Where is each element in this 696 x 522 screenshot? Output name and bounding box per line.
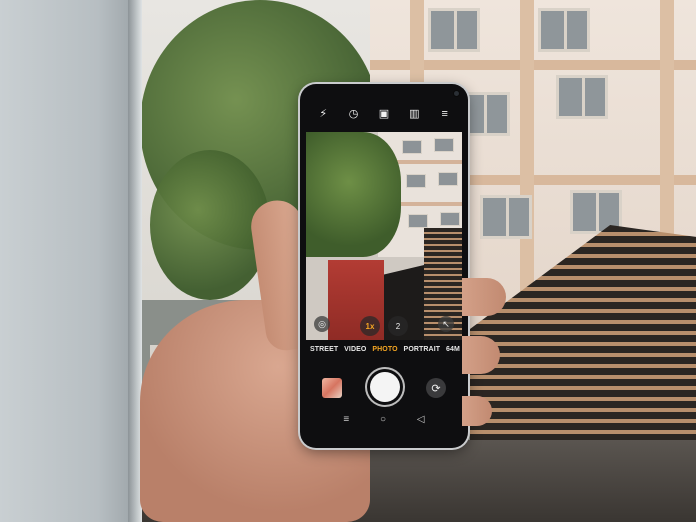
filter-icon[interactable]: ▥ [406, 106, 422, 122]
android-nav-bar: ≡ ○ ◁ [300, 414, 468, 425]
timer-icon[interactable]: ◷ [346, 106, 362, 122]
finger-middle [462, 336, 500, 374]
camera-top-bar: ⚡ ◷ ▣ ▥ ≡ [300, 84, 468, 132]
mode-street[interactable]: STREET [310, 346, 338, 353]
mode-video[interactable]: VIDEO [344, 346, 366, 353]
mode-64m[interactable]: 64M [446, 346, 460, 353]
finger-ring [462, 396, 492, 426]
zoom-1x-button[interactable]: 1x [360, 316, 380, 336]
shutter-controls: ⟳ [300, 370, 468, 406]
recent-apps-icon[interactable]: ≡ [343, 414, 349, 425]
smartphone: ⚡ ◷ ▣ ▥ ≡ ◎ ↖ 1x 2 STREET VIDEO PHOTO PO… [300, 84, 468, 448]
back-icon[interactable]: ◁ [417, 414, 425, 425]
zoom-selector: 1x 2 [300, 316, 468, 336]
vf-tree [306, 132, 401, 257]
camera-mode-bar: STREET VIDEO PHOTO PORTRAIT 64M [300, 346, 468, 353]
settings-icon[interactable]: ≡ [437, 106, 453, 122]
left-wall [0, 0, 140, 522]
flash-off-icon[interactable]: ⚡ [315, 106, 331, 122]
gallery-thumbnail[interactable] [322, 378, 342, 398]
home-icon[interactable]: ○ [380, 414, 386, 425]
finger-index [462, 278, 506, 316]
viewfinder[interactable]: ◎ ↖ [306, 132, 462, 340]
ai-scene-icon[interactable]: ▣ [376, 106, 392, 122]
mode-portrait[interactable]: PORTRAIT [404, 346, 441, 353]
zoom-2x-button[interactable]: 2 [388, 316, 408, 336]
mode-photo[interactable]: PHOTO [372, 346, 397, 353]
switch-camera-icon[interactable]: ⟳ [426, 378, 446, 398]
shutter-button[interactable] [370, 372, 400, 402]
